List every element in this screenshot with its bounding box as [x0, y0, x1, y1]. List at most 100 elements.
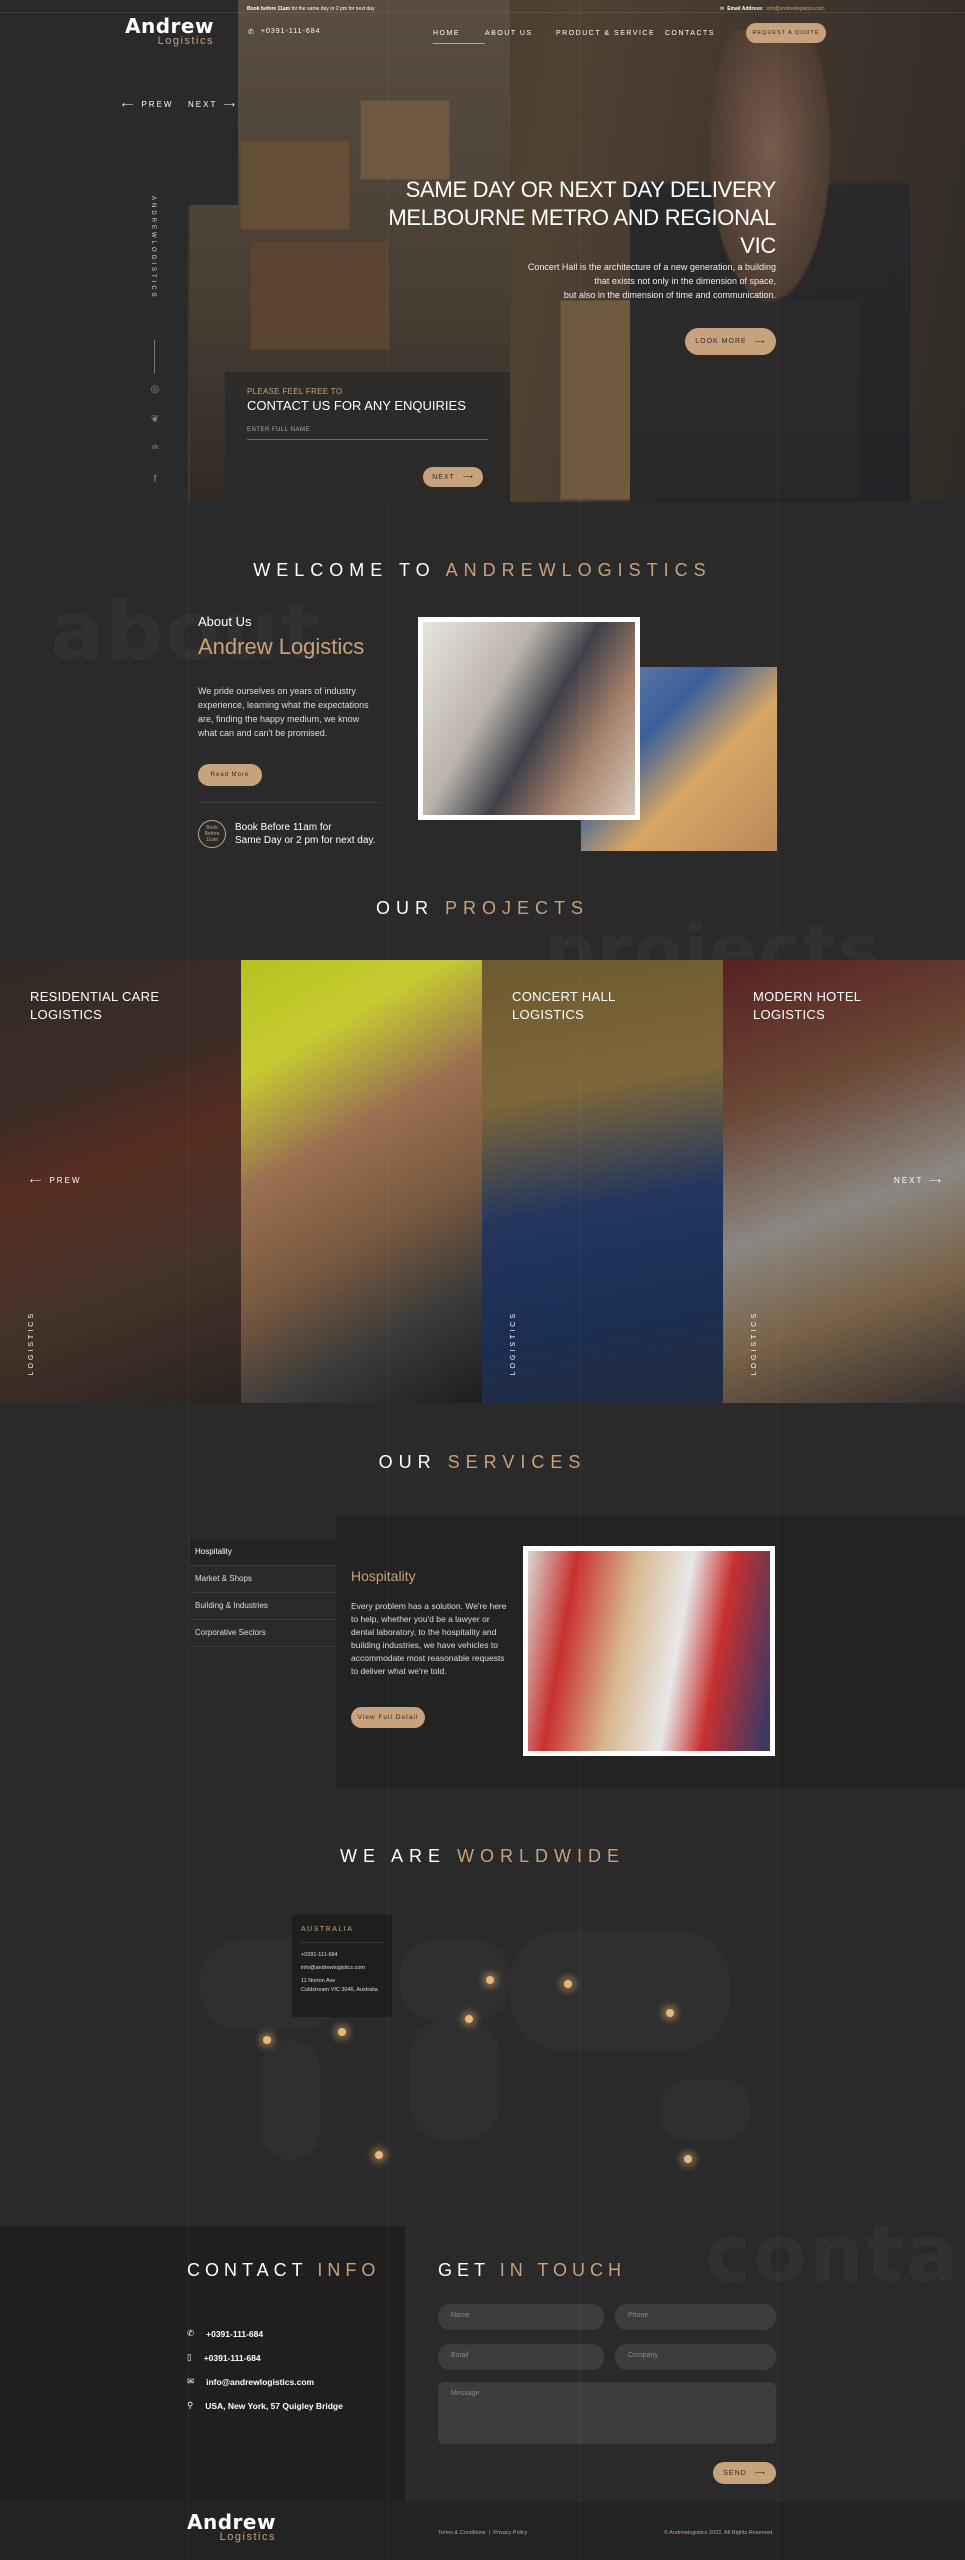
- project-title-l2: LOGISTICS: [753, 1007, 826, 1022]
- worldwide-prefix: WE ARE: [339, 1846, 446, 1866]
- map-location-dot[interactable]: [375, 2151, 383, 2159]
- contact-email-value: info@andrewlogistics.com: [206, 2376, 315, 2387]
- arrow-right-icon: ⟶: [223, 100, 237, 109]
- location-card-australia: AUSTRALIA +0391-111-684 info@andrewlogis…: [292, 1915, 392, 2017]
- location-card-phone[interactable]: +0391-111-684: [301, 1951, 383, 1960]
- about-divider: [198, 802, 380, 803]
- project-vertical-label: LOGISTICS: [28, 1310, 35, 1375]
- main-nav: Home About Us Product & Service Contacts: [433, 30, 725, 44]
- worldwide-title: WE ARE WORLDWIDE: [0, 1846, 965, 1867]
- projects-prev-label: PREW: [49, 1176, 82, 1185]
- arrow-right-icon: ⟶: [754, 2470, 766, 2477]
- projects-prev-button[interactable]: ⟵ PREW: [30, 1176, 81, 1185]
- hero-desc-line3: but also in the dimension of time and co…: [563, 290, 776, 300]
- request-quote-button[interactable]: Request a quote: [746, 23, 826, 43]
- project-card-scanner[interactable]: [241, 960, 482, 1403]
- enquiry-name-input[interactable]: ENTER FULL NAME: [247, 427, 488, 440]
- nav-home[interactable]: Home: [433, 30, 485, 44]
- welcome-highlight: ANDREWLOGISTICS: [445, 560, 712, 580]
- hero-next-button[interactable]: NEXT ⟶: [188, 100, 237, 109]
- about-ghost-text: about: [50, 585, 321, 678]
- vk-icon[interactable]: vk: [145, 444, 165, 451]
- map-location-dot[interactable]: [465, 2015, 473, 2023]
- project-title: RESIDENTIAL CARE LOGISTICS: [30, 988, 159, 1024]
- map-location-dot[interactable]: [564, 1980, 572, 1988]
- projects-title: OUR PROJECTS: [0, 898, 965, 919]
- map-location-dot[interactable]: [338, 2028, 346, 2036]
- project-title-l2: LOGISTICS: [30, 1007, 103, 1022]
- logo[interactable]: Andrew Logistics: [125, 14, 214, 47]
- world-map-dots: [200, 1930, 750, 2160]
- about-read-more-button[interactable]: Read More: [198, 764, 262, 786]
- project-title: CONCERT HALL LOGISTICS: [512, 988, 616, 1024]
- booking-line2: Same Day or 2 pm for next day.: [235, 835, 376, 846]
- map-location-dot[interactable]: [486, 1976, 494, 1984]
- services-highlight: SERVICES: [447, 1452, 587, 1472]
- hero-side-strip: [0, 205, 188, 502]
- message-textarea[interactable]: Message: [438, 2382, 776, 2444]
- world-map: [200, 1930, 750, 2160]
- get-in-touch-highlight: IN TOUCH: [499, 2260, 627, 2280]
- footer-links[interactable]: Terms & Conditions | Privacy Policy: [438, 2530, 527, 2536]
- service-tab-corporative-sectors[interactable]: Corporative Sectors: [190, 1620, 336, 1647]
- enquiry-next-button[interactable]: NEXT ⟶: [423, 467, 483, 487]
- phone-input[interactable]: Phone: [615, 2304, 776, 2330]
- service-tab-hospitality[interactable]: Hospitality: [190, 1539, 336, 1566]
- twitter-icon[interactable]: ❦: [145, 414, 165, 425]
- enquiry-pre: PLEASE FEEL FREE TO: [247, 387, 343, 396]
- project-title-l1: RESIDENTIAL CARE: [30, 989, 160, 1004]
- projects-prefix: OUR: [375, 898, 434, 918]
- service-tab-building-industries[interactable]: Building & Industries: [190, 1593, 336, 1620]
- contact-email[interactable]: ✉ info@andrewlogistics.com: [187, 2376, 314, 2387]
- booking-line1: Book Before 11am for: [235, 822, 332, 833]
- send-label: SEND: [723, 2469, 747, 2477]
- projects-next-label: NEXT: [894, 1176, 924, 1185]
- projects-highlight: PROJECTS: [445, 898, 590, 918]
- hero-desc-line1: Concert Hall is the architecture of a ne…: [527, 262, 776, 272]
- hero-desc-line2: that exists not only in the dimension of…: [594, 276, 776, 286]
- enquiry-title: CONTACT US FOR ANY ENQUIRIES: [247, 398, 466, 413]
- nav-product-service[interactable]: Product & Service: [556, 30, 665, 44]
- contact-info-prefix: CONTACT: [187, 2260, 308, 2280]
- map-continent: [510, 1930, 730, 2050]
- project-vertical-label: LOGISTICS: [751, 1310, 758, 1375]
- location-card-addr1: 11 Norton Ave: [301, 1978, 336, 1984]
- nav-contacts[interactable]: Contacts: [665, 30, 725, 44]
- facebook-icon[interactable]: f: [145, 474, 165, 485]
- send-button[interactable]: SEND ⟶: [713, 2462, 776, 2484]
- contact-phone-2-value: +0391-111-684: [203, 2352, 261, 2363]
- service-active-text: Every problem has a solution. We're here…: [351, 1601, 507, 1676]
- footer-copy-rest: 2022. All Rights Reserved.: [709, 2530, 774, 2536]
- enquiry-form: PLEASE FEEL FREE TO CONTACT US FOR ANY E…: [225, 372, 510, 502]
- arrow-left-icon: ⟵: [30, 1176, 44, 1185]
- project-title-l2: LOGISTICS: [512, 1007, 585, 1022]
- location-card-email[interactable]: info@andrewlogistics.com: [301, 1964, 383, 1973]
- location-card-title: AUSTRALIA: [301, 1925, 383, 1943]
- footer-logo[interactable]: Andrew Logistics: [187, 2510, 276, 2543]
- footer-copyright: © Andrewlogistics 2022. All Rights Reser…: [664, 2530, 774, 2536]
- get-in-touch-prefix: GET: [438, 2260, 490, 2280]
- hero-title-line2: MELBOURNE METRO AND REGIONAL VIC: [388, 205, 776, 258]
- nav-about[interactable]: About Us: [485, 30, 556, 44]
- instagram-icon[interactable]: ◎: [145, 384, 165, 395]
- project-overlay: [482, 960, 723, 1403]
- booking-text: Book Before 11am for Same Day or 2 pm fo…: [235, 821, 375, 847]
- header-phone[interactable]: ✆ +0391-111-684: [248, 28, 321, 36]
- about-image-delivery-handover: [418, 617, 640, 820]
- hero-look-more-button[interactable]: LOOK MORE ⟶: [685, 328, 776, 355]
- service-tab-market-shops[interactable]: Market & Shops: [190, 1566, 336, 1593]
- contact-phone-2[interactable]: ▯ +0391-111-684: [187, 2352, 261, 2363]
- map-location-dot[interactable]: [684, 2155, 692, 2163]
- map-location-dot[interactable]: [666, 2009, 674, 2017]
- phone-icon: ✆: [248, 29, 255, 36]
- service-view-detail-button[interactable]: View Full Detail: [351, 1707, 425, 1728]
- contact-phone-1-value: +0391-111-684: [206, 2328, 264, 2339]
- social-divider: [154, 340, 155, 374]
- map-location-dot[interactable]: [263, 2036, 271, 2044]
- company-input[interactable]: Company: [615, 2344, 776, 2370]
- hero-prev-button[interactable]: ⟵ PREW: [122, 100, 173, 109]
- projects-next-button[interactable]: NEXT ⟶: [894, 1176, 943, 1185]
- welcome-title: WELCOME TO ANDREWLOGISTICS: [0, 560, 965, 581]
- project-card-concert-hall[interactable]: CONCERT HALL LOGISTICS LOGISTICS: [482, 960, 723, 1403]
- contact-phone-1[interactable]: ✆ +0391-111-684: [187, 2328, 263, 2339]
